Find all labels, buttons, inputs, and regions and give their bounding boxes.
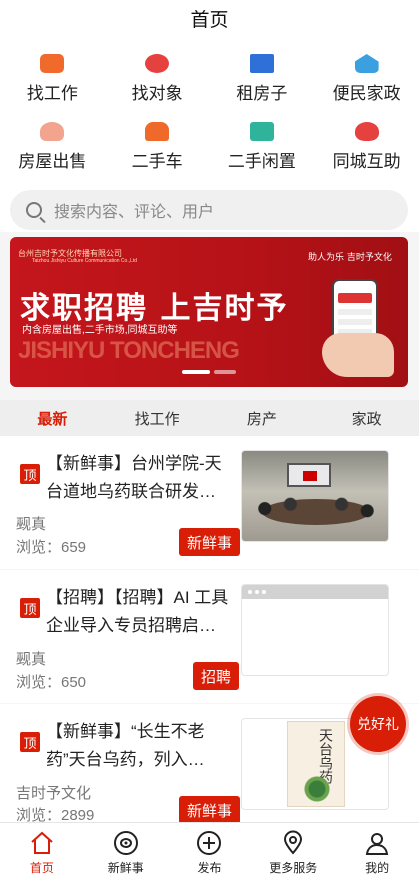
- service-find-partner[interactable]: 找对象: [105, 54, 210, 104]
- category-badge[interactable]: 新鲜事: [179, 796, 241, 824]
- service-grid: 找工作 找对象 租房子 便民家政 房屋出售 二手车 二手闲置 同城互助: [0, 54, 419, 172]
- banner-slogan: 助人为乐 吉时予文化: [308, 253, 392, 263]
- tabbar-news[interactable]: 新鲜事: [84, 823, 168, 876]
- pinned-badge: 顶: [20, 598, 40, 618]
- building-icon: [249, 54, 274, 73]
- service-house-sale[interactable]: 房屋出售: [0, 122, 105, 172]
- user-icon: [365, 833, 389, 855]
- post-author: 觋真: [16, 651, 47, 668]
- post-title[interactable]: 【新鲜事】台州学院-天台道地乌药联合研发…: [46, 450, 231, 506]
- tabbar-more-services[interactable]: 更多服务: [251, 823, 335, 876]
- redeem-gift-button[interactable]: 兑好礼: [350, 696, 406, 752]
- page-title: 首页: [190, 9, 229, 31]
- service-mutual-help[interactable]: 同城互助: [314, 122, 419, 172]
- category-tabs: 最新 找工作 房产 家政: [0, 400, 419, 436]
- post-views: 浏览：659: [16, 539, 87, 556]
- pinned-badge: 顶: [20, 464, 40, 484]
- box-icon: [249, 122, 274, 141]
- tab-latest[interactable]: 最新: [0, 400, 105, 436]
- service-rent-house[interactable]: 租房子: [210, 54, 315, 104]
- promo-banner[interactable]: 台州吉时予文化传播有限公司 Taizhou Jishiyu Culture Co…: [10, 237, 408, 387]
- bottom-tab-bar: 首页 新鲜事 发布 更多服务 我的: [0, 822, 419, 876]
- list-item[interactable]: 顶 【新鲜事】台州学院-天台道地乌药联合研发… 觋真 浏览：659 新鲜事: [0, 436, 419, 569]
- search-icon: [26, 202, 42, 218]
- handshake-icon: [354, 122, 379, 141]
- banner-hand-image: [322, 333, 394, 377]
- list-item[interactable]: 顶 【招聘】【招聘】AI 工具企业导入专员招聘启… 觋真 浏览：650 招聘: [0, 570, 419, 703]
- house-hand-icon: [40, 122, 65, 141]
- banner-dot[interactable]: [214, 370, 236, 374]
- service-used-car[interactable]: 二手车: [105, 122, 210, 172]
- banner-subtitle: 内含房屋出售,二手市场,同城互助等: [22, 325, 178, 336]
- tabbar-mine[interactable]: 我的: [335, 823, 419, 876]
- banner-english-text: JISHIYU TONCHENG: [18, 337, 240, 364]
- tab-housekeeping[interactable]: 家政: [314, 400, 419, 436]
- service-home-service[interactable]: 便民家政: [314, 54, 419, 104]
- image-placeholder[interactable]: [241, 584, 389, 676]
- banner-dot-active[interactable]: [182, 370, 210, 374]
- post-title[interactable]: 【新鲜事】“长生不老药”天台乌药，列入…: [46, 718, 231, 774]
- plus-circle-icon: [197, 831, 222, 855]
- category-badge[interactable]: 新鲜事: [179, 528, 241, 556]
- post-views: 浏览：650: [16, 674, 87, 691]
- tabbar-publish[interactable]: 发布: [168, 823, 252, 876]
- banner-pagination: [182, 370, 236, 374]
- search-placeholder: 搜索内容、评论、用户: [54, 204, 215, 221]
- post-author: 吉时予文化: [16, 785, 92, 802]
- service-second-hand[interactable]: 二手闲置: [210, 122, 315, 172]
- tab-find-job[interactable]: 找工作: [105, 400, 210, 436]
- home-icon: [31, 831, 53, 854]
- eye-icon: [113, 831, 138, 855]
- home-service-icon: [354, 54, 379, 73]
- location-pin-icon: [284, 830, 303, 855]
- briefcase-icon: [40, 54, 65, 73]
- search-input[interactable]: 搜索内容、评论、用户: [10, 190, 408, 230]
- top-nav-bar: 首页: [0, 0, 419, 36]
- heart-icon: [145, 54, 170, 73]
- pinned-badge: 顶: [20, 732, 40, 752]
- tabbar-home[interactable]: 首页: [0, 823, 84, 876]
- post-author: 觋真: [16, 516, 47, 533]
- banner-company-name-en: Taizhou Jishiyu Culture Communication Co…: [32, 258, 138, 264]
- car-icon: [145, 122, 170, 141]
- category-badge[interactable]: 招聘: [193, 662, 240, 690]
- post-thumbnail[interactable]: [241, 450, 389, 542]
- post-title[interactable]: 【招聘】【招聘】AI 工具企业导入专员招聘启…: [46, 584, 231, 640]
- tab-real-estate[interactable]: 房产: [210, 400, 315, 436]
- service-find-job[interactable]: 找工作: [0, 54, 105, 104]
